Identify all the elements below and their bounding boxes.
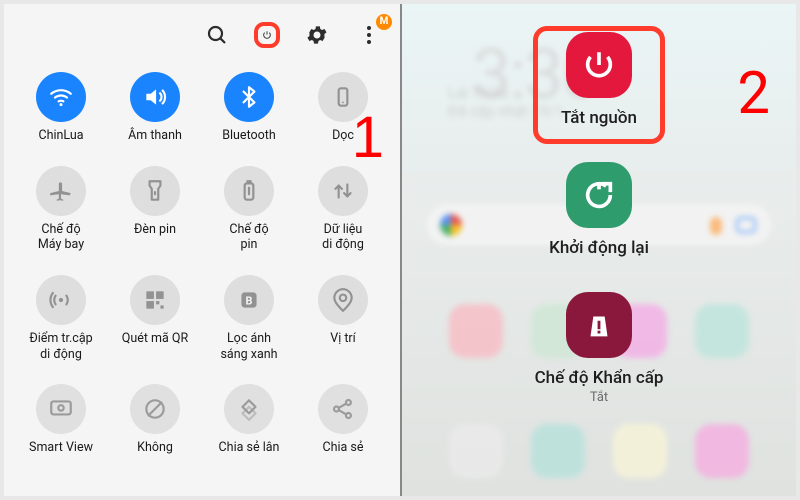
- power-option-power-off[interactable]: Tắt nguồn: [561, 32, 637, 128]
- qr-icon: [130, 275, 180, 325]
- restart-icon: [566, 162, 632, 228]
- qs-tile-sound[interactable]: Âm thanh: [114, 72, 196, 144]
- qs-tile-label: Không: [137, 440, 173, 456]
- notification-badge: M: [376, 14, 392, 30]
- qs-tile-label: Dọc: [332, 128, 354, 144]
- qs-tile-label: Chế độ pin: [229, 222, 268, 253]
- bluetooth-icon: [224, 72, 274, 122]
- wifi-icon: [36, 72, 86, 122]
- flashlight-icon: [130, 166, 180, 216]
- qs-tile-label: Smart View: [29, 440, 93, 456]
- power-option-label: Tắt nguồn: [561, 108, 637, 128]
- qs-tile-nearby[interactable]: Chia sẻ lân: [208, 384, 290, 456]
- more-vertical-icon[interactable]: M: [356, 22, 382, 48]
- svg-text:B: B: [246, 294, 253, 307]
- qs-tile-label: Quét mã QR: [122, 331, 188, 347]
- qs-tile-wifi[interactable]: ChinLua: [20, 72, 102, 144]
- hotspot-icon: [36, 275, 86, 325]
- power-option-sublabel: Tắt: [590, 390, 608, 405]
- qs-tile-airplane[interactable]: Chế độ Máy bay: [20, 166, 102, 253]
- qs-tile-bluetooth[interactable]: Bluetooth: [208, 72, 290, 144]
- power-option-label: Khởi động lại: [549, 238, 649, 258]
- qs-tile-hotspot[interactable]: Điểm tr.cập di động: [20, 275, 102, 362]
- annotation-step-1: 1: [352, 104, 384, 171]
- alert-icon: [566, 292, 632, 358]
- quick-settings-header: M: [18, 14, 386, 72]
- qs-tile-label: ChinLua: [38, 128, 83, 144]
- qs-tile-data[interactable]: Dữ liệu di động: [302, 166, 384, 253]
- qs-tile-label: Dữ liệu di động: [322, 222, 364, 253]
- data-icon: [318, 166, 368, 216]
- power-icon[interactable]: [254, 22, 280, 48]
- battery-icon: [224, 166, 274, 216]
- qs-tile-label: Lọc ánh sáng xanh: [220, 331, 277, 362]
- smartview-icon: [36, 384, 86, 434]
- qs-tile-label: Vị trí: [330, 331, 356, 347]
- qs-tile-label: Bluetooth: [222, 128, 276, 144]
- quick-settings-panel: M ChinLua Âm thanh Bluetooth Dọc Chế độ …: [4, 4, 400, 496]
- qs-tile-smartview[interactable]: Smart View: [20, 384, 102, 456]
- none-icon: [130, 384, 180, 434]
- search-icon[interactable]: [204, 22, 230, 48]
- qs-tile-label: Điểm tr.cập di động: [29, 331, 92, 362]
- power-option-label: Chế độ Khẩn cấp: [535, 368, 664, 388]
- share-icon: [318, 384, 368, 434]
- qs-tile-battery[interactable]: Chế độ pin: [208, 166, 290, 253]
- qs-tile-label: Âm thanh: [128, 128, 182, 144]
- location-icon: [318, 275, 368, 325]
- qs-tile-flashlight[interactable]: Đèn pin: [114, 166, 196, 253]
- qs-tile-none[interactable]: Không: [114, 384, 196, 456]
- qs-tile-label: Chế độ Máy bay: [38, 222, 84, 253]
- qs-tile-label: Chia sẻ lân: [219, 440, 280, 456]
- quick-settings-grid: ChinLua Âm thanh Bluetooth Dọc Chế độ Má…: [18, 72, 386, 416]
- qs-tile-qr[interactable]: Quét mã QR: [114, 275, 196, 362]
- sound-icon: [130, 72, 180, 122]
- nearby-icon: [224, 384, 274, 434]
- airplane-icon: [36, 166, 86, 216]
- qs-tile-label: Đèn pin: [134, 222, 176, 238]
- qs-tile-label: Chia sẻ: [322, 440, 363, 456]
- power-icon: [566, 32, 632, 98]
- annotation-step-2: 2: [737, 60, 770, 128]
- gear-icon[interactable]: [304, 22, 330, 48]
- qs-tile-location[interactable]: Vị trí: [302, 275, 384, 362]
- power-option-restart[interactable]: Khởi động lại: [549, 162, 649, 258]
- power-menu-panel: 3:30 Lái Thiêu Đã cập nhật 19/1 Tắt nguồ…: [402, 4, 796, 496]
- power-option-emergency[interactable]: Chế độ Khẩn cấp Tắt: [535, 292, 664, 405]
- qs-tile-bluelight[interactable]: B Lọc ánh sáng xanh: [208, 275, 290, 362]
- qs-tile-share[interactable]: Chia sẻ: [302, 384, 384, 456]
- bluelight-icon: B: [224, 275, 274, 325]
